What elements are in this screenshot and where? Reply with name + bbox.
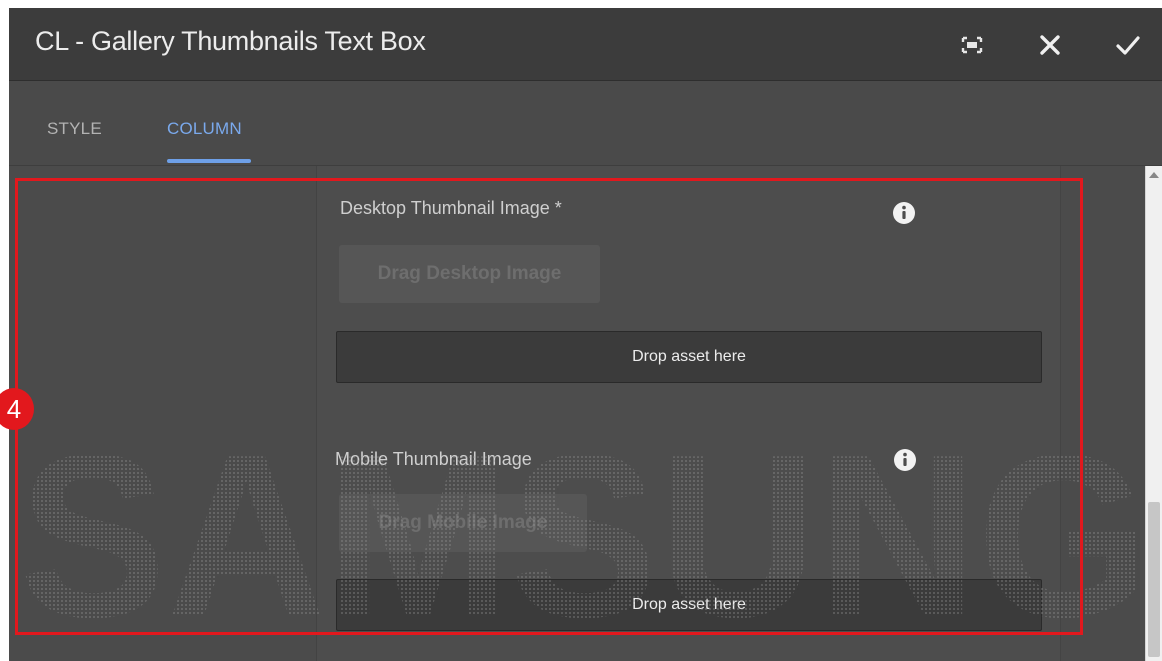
confirm-button[interactable] xyxy=(1111,28,1145,62)
dialog-title: CL - Gallery Thumbnails Text Box xyxy=(35,26,426,56)
mobile-drop-zone[interactable]: Drop asset here xyxy=(336,579,1042,631)
form-panel: Desktop Thumbnail Image * Drag Desktop I… xyxy=(317,166,1061,661)
checkmark-icon xyxy=(1111,28,1145,62)
dialog-header: CL - Gallery Thumbnails Text Box xyxy=(9,8,1162,81)
active-tab-indicator xyxy=(167,159,251,163)
tab-column[interactable]: COLUMN xyxy=(167,119,242,139)
close-button[interactable] xyxy=(1033,28,1067,62)
info-icon[interactable] xyxy=(893,448,917,472)
dialog-window: CL - Gallery Thumbnails Text Box STYLE C… xyxy=(9,8,1162,661)
desktop-drop-zone[interactable]: Drop asset here xyxy=(336,331,1042,383)
info-icon[interactable] xyxy=(892,201,916,225)
fullscreen-button[interactable] xyxy=(955,28,989,62)
desktop-thumbnail-label: Desktop Thumbnail Image * xyxy=(340,198,562,218)
vertical-scrollbar[interactable] xyxy=(1145,166,1162,661)
right-panel xyxy=(1061,166,1145,661)
drag-mobile-image-button[interactable]: Drag Mobile Image xyxy=(339,494,587,552)
scrollbar-thumb[interactable] xyxy=(1148,502,1160,657)
close-icon xyxy=(1033,28,1067,62)
tab-style[interactable]: STYLE xyxy=(47,119,102,139)
tab-bar: STYLE COLUMN xyxy=(9,81,1162,166)
scroll-up-arrow-icon[interactable] xyxy=(1149,172,1159,178)
fullscreen-icon xyxy=(955,28,989,62)
left-panel xyxy=(9,166,317,661)
drag-desktop-image-button[interactable]: Drag Desktop Image xyxy=(339,245,600,303)
mobile-thumbnail-label: Mobile Thumbnail Image xyxy=(335,449,532,469)
